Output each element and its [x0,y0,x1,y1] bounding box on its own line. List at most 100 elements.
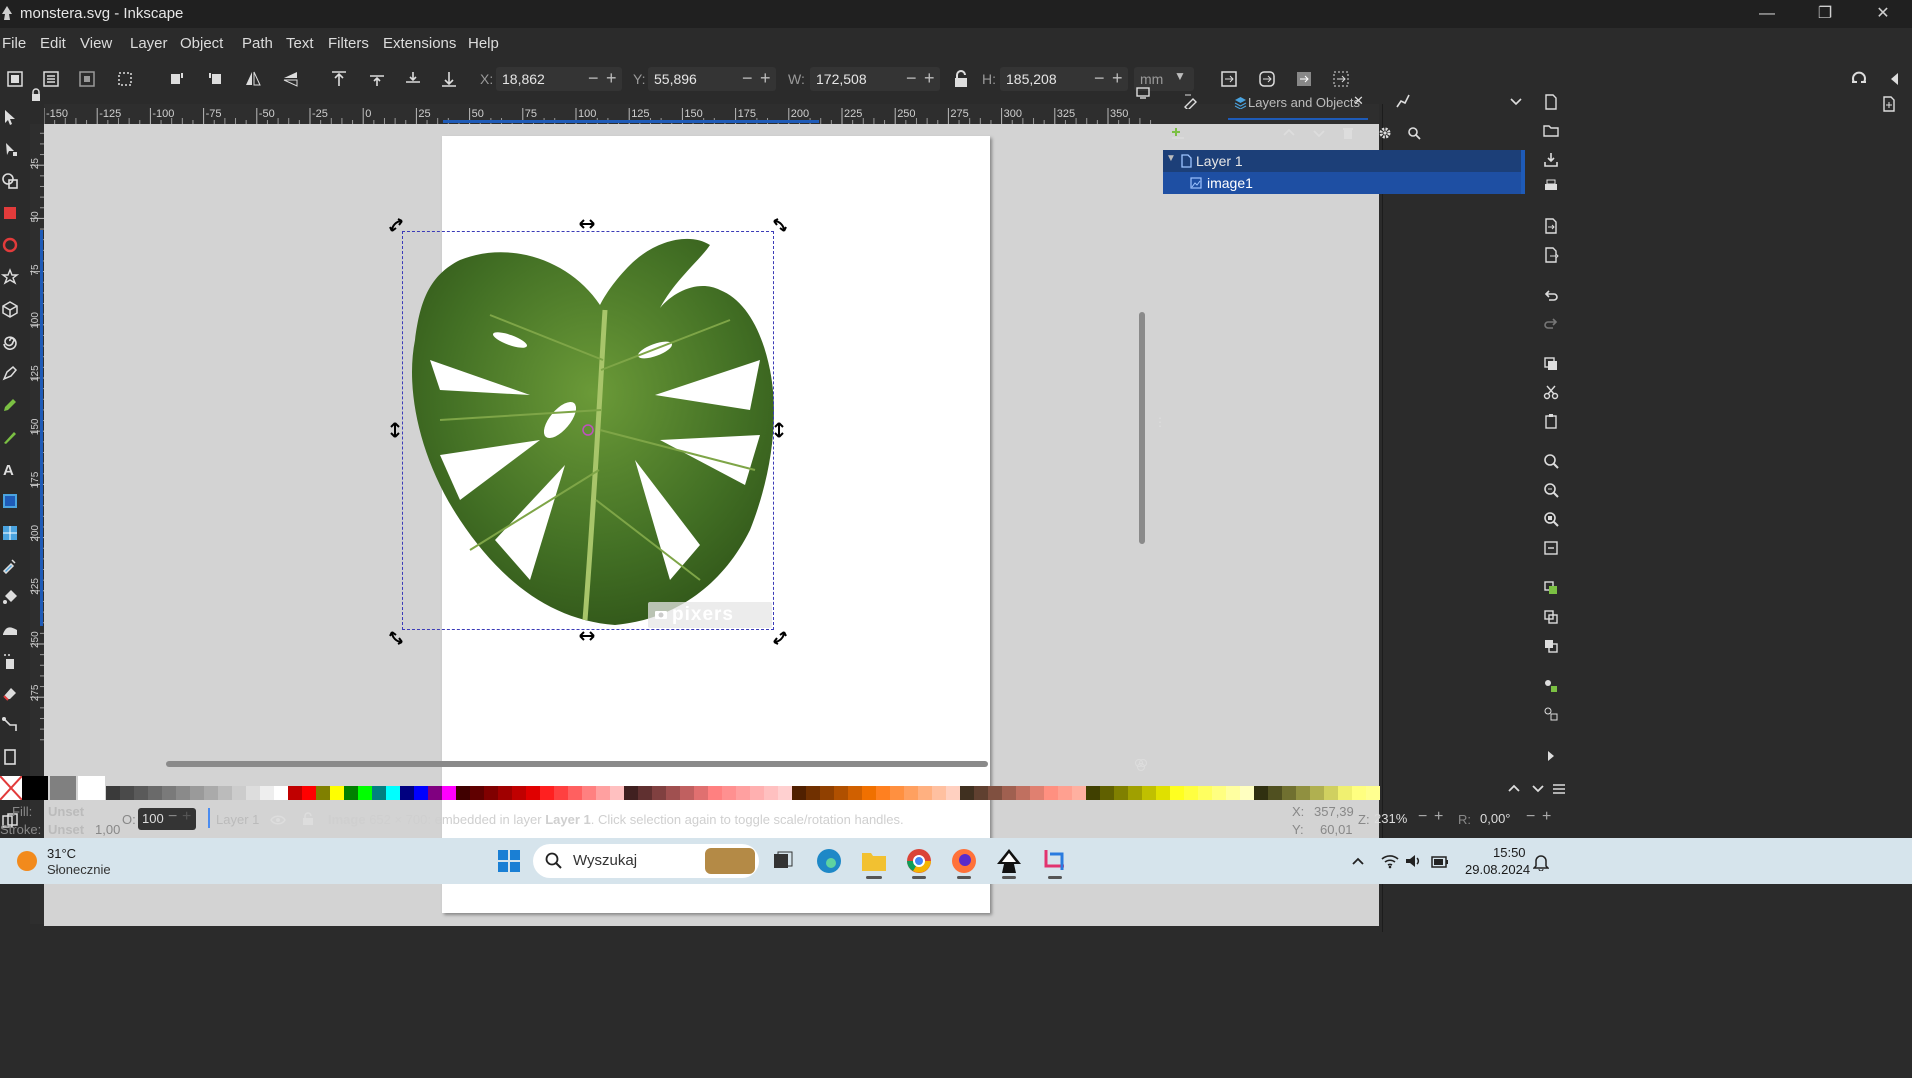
cut-icon[interactable] [1543,384,1559,400]
redo-icon[interactable] [1543,316,1559,332]
menu-path[interactable]: Path [242,35,273,52]
palette-swatch[interactable] [274,786,288,800]
palette-swatch[interactable] [974,786,988,800]
snipping-tool-icon[interactable] [1042,848,1068,874]
minimize-button[interactable]: — [1738,0,1796,28]
stroke-value[interactable]: Unset [48,822,84,837]
h-decrement[interactable]: − [1094,68,1105,89]
palette-swatch[interactable] [414,786,428,800]
w-input[interactable]: 172,508 − + [810,67,940,91]
palette-menu-icon[interactable] [1552,782,1566,796]
x-input[interactable]: 18,862 − + [496,67,622,91]
palette-swatch[interactable] [1212,786,1226,800]
palette-swatch[interactable] [666,786,680,800]
zoom-selection-icon[interactable] [1543,453,1559,469]
palette-swatch[interactable] [904,786,918,800]
palette-swatch[interactable] [568,786,582,800]
clock-date[interactable]: 29.08.2024 [1465,862,1530,877]
ruler-lock-icon[interactable] [30,88,42,102]
spray-tool-icon[interactable] [1,652,19,670]
palette-swatch[interactable] [1226,786,1240,800]
zoom-page-icon[interactable] [1543,511,1559,527]
palette-swatch[interactable] [484,786,498,800]
rectangle-tool-icon[interactable] [1,204,19,222]
firefox-browser-icon[interactable] [951,848,977,874]
clone-icon[interactable] [1543,609,1559,625]
palette-swatch[interactable] [624,786,638,800]
y-increment[interactable]: + [760,68,771,89]
duplicate-icon[interactable] [1543,580,1559,596]
ellipse-tool-icon[interactable] [1,236,19,254]
volume-icon[interactable] [1405,853,1423,869]
palette-swatch[interactable] [1100,786,1114,800]
print-icon[interactable] [1543,178,1559,194]
skew-handle-bottom-icon[interactable] [579,630,595,642]
palette-swatch[interactable] [946,786,960,800]
menu-help[interactable]: Help [468,35,499,52]
palette-swatch[interactable] [1170,786,1184,800]
palette-swatch[interactable] [330,786,344,800]
pages-tool-icon[interactable] [1,748,19,766]
palette-swatch[interactable] [288,786,302,800]
palette-swatch[interactable] [1156,786,1170,800]
palette-swatch[interactable] [862,786,876,800]
tweak-tool-icon[interactable] [1,620,19,638]
no-paint-swatch[interactable] [0,775,23,801]
palette-swatch[interactable] [792,786,806,800]
display-mode-icon[interactable] [1136,86,1150,100]
y-decrement[interactable]: − [742,68,753,89]
palette-swatch[interactable] [1338,786,1352,800]
palette-swatch[interactable] [358,786,372,800]
current-layer[interactable]: Layer 1 [216,812,259,827]
fill-value[interactable]: Unset [48,804,84,819]
select-all-layers-icon[interactable] [42,70,60,88]
rotation-increment[interactable]: + [1542,808,1551,826]
palette-swatch[interactable] [596,786,610,800]
rotate-ccw-icon[interactable] [168,70,186,88]
menu-layer[interactable]: Layer [130,35,168,52]
scale-stroke-icon[interactable] [1220,70,1238,88]
file-explorer-icon[interactable] [861,850,887,872]
flip-vertical-icon[interactable] [282,70,300,88]
restore-button[interactable]: ❐ [1796,0,1854,28]
palette-swatch[interactable] [540,786,554,800]
zoom-width-icon[interactable] [1543,540,1559,556]
taskbar-search-box[interactable]: Wyszukaj [533,844,759,878]
palette-swatch[interactable] [372,786,386,800]
palette-swatch[interactable] [834,786,848,800]
deselect-icon[interactable] [78,70,96,88]
unlink-clone-icon[interactable] [1543,638,1559,654]
scale-patterns-icon[interactable] [1332,70,1350,88]
move-up-icon[interactable] [1282,126,1296,140]
panel-handle-icon[interactable]: ⋮ [1154,416,1166,436]
palette-swatch[interactable] [694,786,708,800]
palette-swatch[interactable] [1310,786,1324,800]
zoom-input[interactable]: 231% − + [1370,808,1450,830]
palette-swatches[interactable] [106,786,1506,800]
search-icon[interactable] [1407,126,1421,140]
palette-swatch[interactable] [680,786,694,800]
palette-swatch[interactable] [764,786,778,800]
inkscape-taskbar-icon[interactable] [996,848,1022,874]
start-windows-icon[interactable] [497,849,521,873]
opacity-decrement[interactable]: − [168,808,177,826]
palette-swatch[interactable] [148,786,162,800]
y-input[interactable]: 55,896 − + [648,67,776,91]
palette-swatch[interactable] [512,786,526,800]
palette-swatch[interactable] [470,786,484,800]
vertical-scrollbar[interactable] [1139,312,1145,544]
palette-swatch[interactable] [232,786,246,800]
paint-bucket-icon[interactable] [1,588,19,606]
palette-swatch[interactable] [204,786,218,800]
palette-swatch[interactable] [1198,786,1212,800]
pencil-tool-icon[interactable] [1,396,19,414]
weather-temp[interactable]: 31°C [47,846,76,861]
task-view-icon[interactable] [772,850,794,872]
palette-swatch[interactable] [638,786,652,800]
palette-swatch[interactable] [708,786,722,800]
palette-swatch[interactable] [1086,786,1100,800]
palette-swatch[interactable] [778,786,792,800]
palette-swatch[interactable] [1114,786,1128,800]
swatch-black[interactable] [22,776,48,800]
pen-tool-icon[interactable] [1,364,19,382]
